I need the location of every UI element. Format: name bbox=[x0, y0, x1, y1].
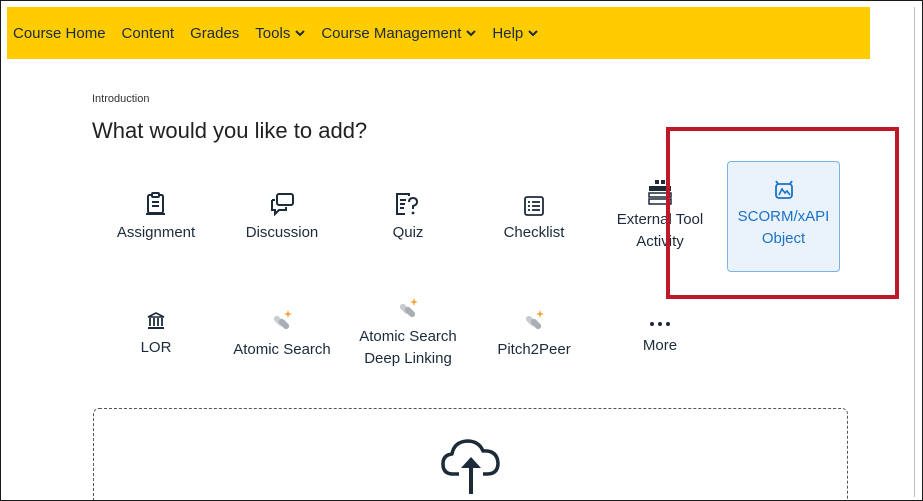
app-frame: Course Home Content Grades Tools Course … bbox=[0, 0, 923, 501]
nav-grades[interactable]: Grades bbox=[190, 25, 239, 42]
tool-lor[interactable]: LOR bbox=[93, 309, 219, 359]
nav-course-management[interactable]: Course Management bbox=[321, 25, 477, 42]
chevron-down-icon bbox=[295, 29, 306, 36]
nav-help[interactable]: Help bbox=[492, 25, 538, 42]
cloud-upload-icon bbox=[441, 439, 500, 494]
tool-discussion[interactable]: Discussion bbox=[219, 188, 345, 244]
tool-more[interactable]: More bbox=[597, 311, 723, 357]
scorm-highlight-box bbox=[666, 127, 899, 299]
breadcrumb[interactable]: Introduction bbox=[92, 93, 149, 105]
atomic-search-icon bbox=[273, 310, 292, 330]
checklist-icon bbox=[524, 196, 544, 216]
tool-quiz[interactable]: Quiz bbox=[345, 188, 471, 244]
tool-atomic-search[interactable]: Atomic Search bbox=[219, 309, 345, 361]
chevron-down-icon bbox=[466, 29, 477, 36]
tool-atomic-search-deep-linking[interactable]: Atomic Search Deep Linking bbox=[345, 297, 471, 370]
chevron-down-icon bbox=[528, 29, 538, 36]
tool-pitch2peer[interactable]: Pitch2Peer bbox=[471, 309, 597, 361]
quiz-icon bbox=[396, 193, 419, 215]
tool-assignment[interactable]: Assignment bbox=[93, 188, 219, 244]
atomic-search-deep-linking-icon bbox=[399, 298, 418, 318]
panel-divider bbox=[914, 7, 915, 497]
lor-icon bbox=[147, 312, 165, 329]
page-title: What would you like to add? bbox=[92, 118, 368, 143]
nav-course-home[interactable]: Course Home bbox=[13, 25, 106, 42]
pitch2peer-icon bbox=[525, 310, 544, 330]
assignment-icon bbox=[146, 192, 165, 215]
nav-content[interactable]: Content bbox=[122, 25, 175, 42]
more-icon bbox=[650, 322, 670, 326]
discussion-icon bbox=[271, 193, 294, 216]
course-navbar: Course Home Content Grades Tools Course … bbox=[7, 7, 870, 59]
nav-tools[interactable]: Tools bbox=[255, 25, 306, 42]
tool-checklist[interactable]: Checklist bbox=[471, 188, 597, 244]
